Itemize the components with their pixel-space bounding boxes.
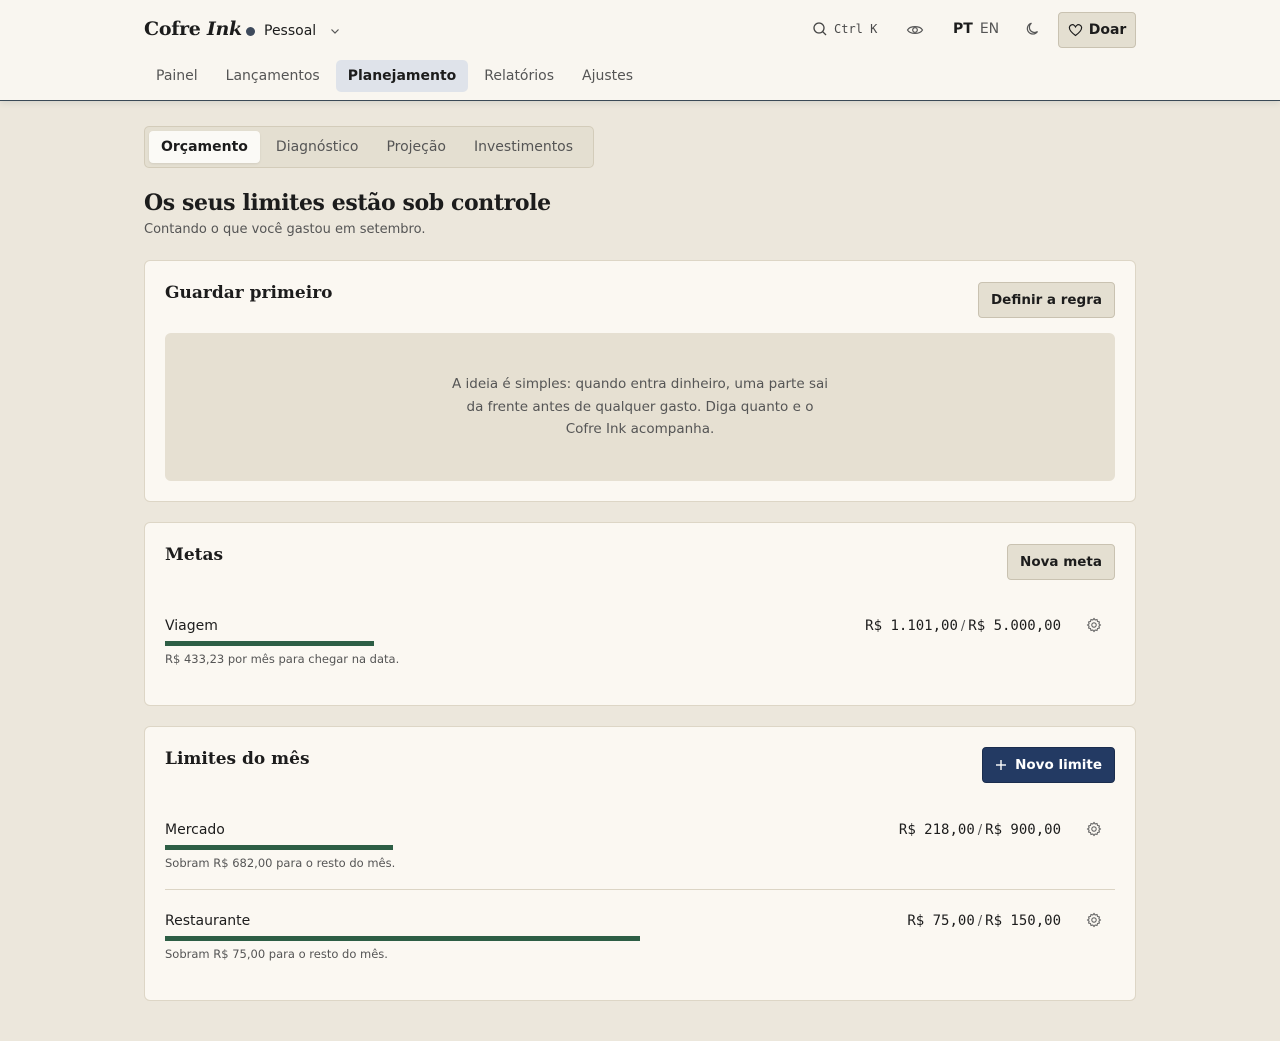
limit-total: R$ 900,00	[985, 822, 1061, 838]
top-bar: Cofre Ink Pessoal Ctrl K PT EN Doar Pain…	[0, 0, 1280, 101]
tab-orcamento[interactable]: Orçamento	[149, 131, 260, 163]
page-subtitle: Contando o que você gastou em setembro.	[144, 222, 426, 237]
limits-card: Limites do mês Novo limite Mercado R$ 21…	[144, 726, 1136, 1001]
profile-name: Pessoal	[264, 23, 317, 39]
amount-separator: /	[977, 823, 983, 838]
heart-icon	[1068, 24, 1082, 37]
nav-item-lancamentos[interactable]: Lançamentos	[214, 60, 332, 92]
main-nav: Painel Lançamentos Planejamento Relatóri…	[144, 60, 649, 92]
limit-amount: R$ 218,00/R$ 900,00	[899, 822, 1061, 838]
limit-total: R$ 150,00	[985, 913, 1061, 929]
nav-item-relatorios[interactable]: Relatórios	[472, 60, 566, 92]
goal-target: R$ 5.000,00	[968, 618, 1061, 634]
amount-separator: /	[977, 914, 983, 929]
tab-projecao[interactable]: Projeção	[374, 131, 458, 163]
profile-dot-icon	[246, 26, 255, 36]
lang-pt[interactable]: PT	[953, 21, 973, 37]
new-limit-button[interactable]: Novo limite	[982, 747, 1115, 783]
limit-hint: Sobram R$ 682,00 para o resto do mês.	[165, 856, 396, 870]
goal-hint: R$ 433,23 por mês para chegar na data.	[165, 652, 400, 666]
nav-item-planejamento[interactable]: Planejamento	[335, 60, 469, 92]
search-button[interactable]: Ctrl K	[812, 21, 877, 37]
savings-empty-state: A ideia é simples: quando entra dinheiro…	[165, 333, 1115, 481]
new-goal-button[interactable]: Nova meta	[1007, 544, 1115, 580]
gear-icon[interactable]	[1086, 912, 1102, 932]
limit-name: Mercado	[165, 822, 225, 838]
lang-en[interactable]: EN	[980, 21, 999, 37]
row-divider	[165, 889, 1115, 890]
limit-spent: R$ 218,00	[898, 822, 975, 838]
limits-title: Limites do mês	[165, 749, 310, 769]
search-shortcut: Ctrl K	[834, 22, 878, 36]
goal-current: R$ 1.101,00	[865, 618, 958, 634]
donate-label: Doar	[1088, 22, 1127, 38]
planning-tabs: Orçamento Diagnóstico Projeção Investime…	[144, 126, 595, 168]
brand-name: Cofre	[144, 18, 201, 40]
tab-investimentos[interactable]: Investimentos	[462, 131, 585, 163]
nav-item-ajustes[interactable]: Ajustes	[570, 60, 645, 92]
donate-button[interactable]: Doar	[1058, 12, 1136, 48]
profile-selector[interactable]: Pessoal	[246, 20, 341, 42]
goal-progress-fill	[165, 641, 374, 646]
search-icon	[813, 22, 827, 36]
limit-progress-fill	[165, 845, 393, 850]
limit-spent: R$ 75,00	[907, 913, 975, 929]
eye-icon[interactable]	[906, 22, 924, 42]
limit-amount: R$ 75,00/R$ 150,00	[907, 913, 1061, 929]
new-limit-label: Novo limite	[1015, 757, 1102, 773]
goal-progress-bar	[165, 641, 1115, 646]
moon-icon[interactable]	[1025, 21, 1041, 41]
plus-icon	[996, 760, 1007, 770]
limit-hint: Sobram R$ 75,00 para o resto do mês.	[165, 947, 388, 961]
gear-icon[interactable]	[1086, 821, 1102, 841]
goal-name: Viagem	[165, 618, 218, 634]
gear-icon[interactable]	[1086, 617, 1102, 637]
brand-accent: Ink	[206, 18, 242, 40]
tab-diagnostico[interactable]: Diagnóstico	[264, 131, 371, 163]
limit-name: Restaurante	[165, 913, 251, 929]
language-switch: PT EN	[953, 21, 999, 37]
goals-title: Metas	[165, 545, 224, 565]
page-title: Os seus limites estão sob controle	[144, 190, 551, 216]
goal-amount: R$ 1.101,00/R$ 5.000,00	[865, 618, 1061, 634]
goals-card: Metas Nova meta Viagem R$ 1.101,00/R$ 5.…	[144, 522, 1136, 706]
brand-logo[interactable]: Cofre Ink	[144, 18, 242, 40]
nav-item-painel[interactable]: Painel	[144, 60, 210, 92]
limit-progress-bar	[165, 936, 1115, 941]
savings-card: Guardar primeiro Definir a regra A ideia…	[144, 260, 1136, 502]
limit-progress-fill	[165, 936, 640, 941]
chevron-down-icon	[331, 29, 340, 34]
amount-separator: /	[960, 619, 966, 634]
savings-empty-text: A ideia é simples: quando entra dinheiro…	[451, 376, 829, 438]
limit-progress-bar	[165, 845, 1115, 850]
define-rule-button[interactable]: Definir a regra	[977, 282, 1115, 318]
savings-title: Guardar primeiro	[165, 283, 333, 303]
